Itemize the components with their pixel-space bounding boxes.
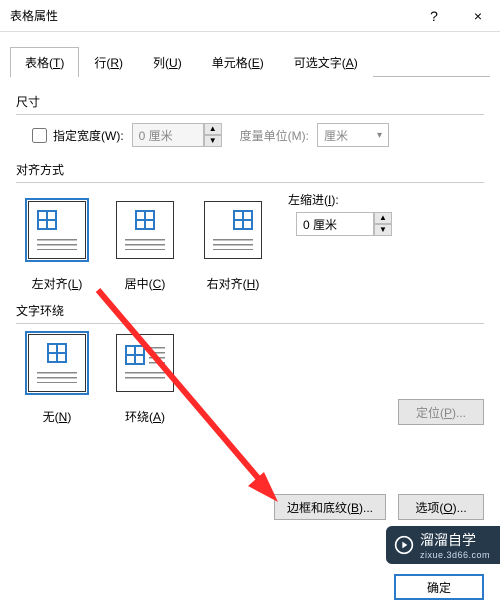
- options-button[interactable]: 选项(O)...: [398, 494, 484, 520]
- indent-input[interactable]: [296, 212, 374, 236]
- watermark-sub: zixue.3d66.com: [420, 550, 490, 560]
- divider: [16, 182, 484, 183]
- indent-spinner: ▲ ▼: [296, 212, 392, 236]
- specify-width-label: 指定宽度(W):: [53, 127, 124, 144]
- align-center-option[interactable]: 居中(C): [110, 201, 180, 292]
- align-right-icon: [204, 201, 262, 259]
- size-heading: 尺寸: [16, 93, 484, 110]
- play-circle-icon: [394, 535, 414, 555]
- unit-dropdown[interactable]: 厘米 ▾: [317, 123, 389, 147]
- window-title: 表格属性: [10, 7, 412, 24]
- wrap-around-option[interactable]: 环绕(A): [110, 334, 180, 425]
- dialog-button-row: 确定: [394, 574, 484, 600]
- width-spin-up[interactable]: ▲: [204, 123, 222, 135]
- divider: [16, 323, 484, 324]
- alignment-group: 对齐方式 左对齐(L) 居中(C): [16, 161, 484, 292]
- indent-spin-down[interactable]: ▼: [374, 224, 392, 236]
- wrap-none-icon: [28, 334, 86, 392]
- indent-spin-up[interactable]: ▲: [374, 212, 392, 224]
- action-buttons-row: 边框和底纹(B)... 选项(O)...: [274, 494, 484, 520]
- content-area: 尺寸 指定宽度(W): ▲ ▼ 度量单位(M): 厘米 ▾ 对齐方式: [0, 77, 500, 425]
- divider: [16, 114, 484, 115]
- titlebar: 表格属性 ? ×: [0, 0, 500, 32]
- tab-strip: 表格(T) 行(R) 列(U) 单元格(E) 可选文字(A): [10, 46, 490, 77]
- tab-table[interactable]: 表格(T): [10, 47, 79, 77]
- unit-label: 度量单位(M):: [240, 127, 309, 144]
- wrapping-group: 文字环绕 无(N) 环绕(A) 定位(P)...: [16, 302, 484, 425]
- chevron-down-icon: ▾: [377, 130, 382, 141]
- close-button[interactable]: ×: [456, 0, 500, 32]
- specify-width-checkbox[interactable]: [32, 128, 47, 143]
- help-button[interactable]: ?: [412, 0, 456, 32]
- indent-label: 左缩进(I):: [288, 191, 392, 208]
- align-left-option[interactable]: 左对齐(L): [22, 201, 92, 292]
- tab-row[interactable]: 行(R): [79, 47, 138, 77]
- wrap-around-icon: [116, 334, 174, 392]
- tab-column[interactable]: 列(U): [138, 47, 197, 77]
- align-center-icon: [116, 201, 174, 259]
- align-left-icon: [28, 201, 86, 259]
- watermark-text: 溜溜自学: [420, 532, 476, 548]
- size-group: 尺寸 指定宽度(W): ▲ ▼ 度量单位(M): 厘米 ▾: [16, 93, 484, 147]
- width-input[interactable]: [132, 123, 204, 147]
- width-spinner: ▲ ▼: [132, 123, 222, 147]
- wrapping-heading: 文字环绕: [16, 302, 484, 319]
- watermark: 溜溜自学 zixue.3d66.com: [386, 526, 500, 564]
- alignment-heading: 对齐方式: [16, 161, 484, 178]
- align-right-option[interactable]: 右对齐(H): [198, 201, 268, 292]
- width-spin-down[interactable]: ▼: [204, 135, 222, 147]
- borders-shading-button[interactable]: 边框和底纹(B)...: [274, 494, 386, 520]
- tab-alttext[interactable]: 可选文字(A): [279, 47, 373, 77]
- ok-button[interactable]: 确定: [394, 574, 484, 600]
- position-button[interactable]: 定位(P)...: [398, 399, 484, 425]
- tab-cell[interactable]: 单元格(E): [197, 47, 279, 77]
- wrap-none-option[interactable]: 无(N): [22, 334, 92, 425]
